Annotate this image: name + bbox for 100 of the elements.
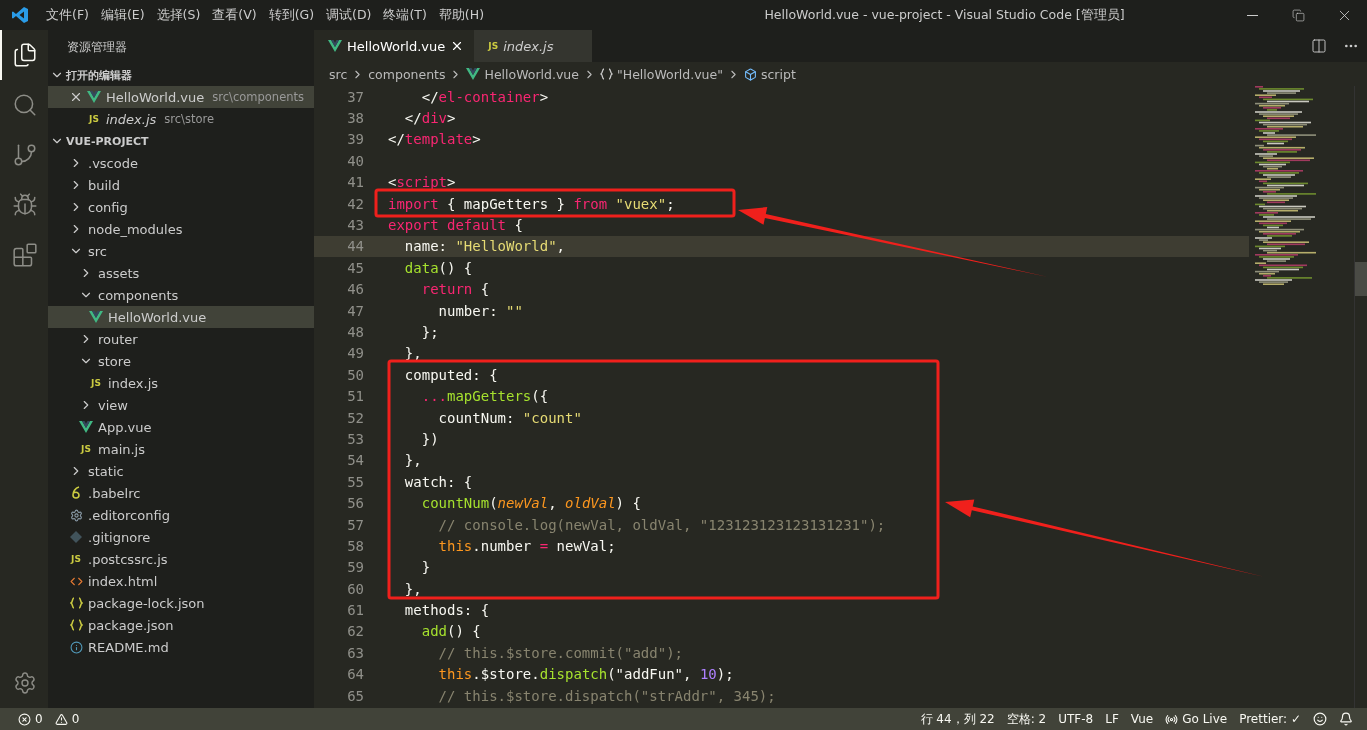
braces-icon [69, 597, 83, 609]
code-line: </div> [403, 110, 456, 127]
gear-icon [69, 508, 83, 522]
tree-item[interactable]: node_modules [48, 218, 314, 240]
menu-item[interactable]: 终端(T) [377, 6, 433, 24]
line-number: 65 [346, 687, 364, 704]
tree-item[interactable]: index.html [48, 570, 314, 592]
tree-item[interactable]: src [48, 240, 314, 262]
editor-tab[interactable]: HelloWorld.vue [314, 30, 475, 62]
info-icon [69, 640, 83, 654]
breadcrumb[interactable]: script [761, 66, 796, 82]
code-line: methods: { [403, 602, 490, 619]
js-icon: JS [71, 554, 81, 564]
code-line: }, [403, 345, 422, 362]
code-line: watch: { [403, 473, 473, 490]
line-number: 44 [346, 238, 364, 255]
status-item[interactable]: Prettier: ✓ [1233, 712, 1307, 726]
tree-item[interactable]: .gitignore [48, 526, 314, 548]
line-number: 64 [346, 666, 364, 683]
code-line: this.number = newVal; [437, 537, 616, 554]
code-line: <script> [388, 174, 456, 191]
tree-item[interactable]: config [48, 196, 314, 218]
tree-item[interactable]: App.vue [48, 416, 314, 438]
braces-icon [69, 619, 83, 631]
section-header[interactable]: 打开的编辑器 [48, 64, 314, 86]
status-item[interactable]: Vue [1124, 712, 1160, 726]
breadcrumb[interactable]: HelloWorld.vue [484, 66, 579, 82]
status-item[interactable]: 行 44，列 22 [914, 710, 1001, 728]
tree-item[interactable]: build [48, 174, 314, 196]
tree-item[interactable]: store [48, 350, 314, 372]
status-item[interactable]: 空格: 2 [1000, 710, 1053, 728]
tree-item[interactable]: .vscode [48, 152, 314, 174]
menu-item[interactable]: 查看(V) [206, 6, 263, 24]
tree-item[interactable]: HelloWorld.vue [48, 306, 314, 328]
breadcrumb[interactable]: "HelloWorld.vue" [617, 66, 723, 82]
close-icon[interactable] [69, 90, 83, 104]
bell-icon[interactable] [1339, 712, 1353, 726]
menu-item[interactable]: 文件(F) [40, 6, 95, 24]
code-line: }; [420, 324, 439, 340]
go-live-button[interactable]: Go Live [1159, 712, 1234, 726]
status-item[interactable]: UTF-8 [1052, 712, 1100, 726]
menu-item[interactable]: 调试(D) [320, 6, 378, 24]
tree-item[interactable]: components [48, 284, 314, 306]
tree-item[interactable]: .editorconfig [48, 504, 314, 526]
section-header[interactable]: VUE-PROJECT [48, 130, 314, 152]
vue-icon [79, 421, 93, 433]
minimize-icon [1246, 14, 1258, 16]
line-number: 43 [346, 217, 364, 234]
code-line: number: "" [437, 302, 523, 319]
search-icon [12, 92, 38, 118]
line-number: 52 [346, 409, 364, 426]
tree-item[interactable]: package.json [48, 614, 314, 636]
tree-item[interactable]: static [48, 460, 314, 482]
menu-item[interactable]: 转到(G) [262, 6, 321, 24]
branch-icon [12, 142, 38, 168]
files-icon [12, 42, 38, 68]
tree-item[interactable]: view [48, 394, 314, 416]
code-line: this.$store.dispatch("addFun", 10); [437, 666, 734, 683]
warning-count[interactable]: 0 [48, 712, 86, 726]
scrollbar-thumb[interactable] [1355, 262, 1367, 296]
open-editor-item[interactable]: HelloWorld.vue src\components [48, 86, 314, 108]
js-icon: JS [89, 114, 99, 124]
line-number: 46 [346, 281, 364, 298]
cube-icon [744, 67, 757, 81]
menu-item[interactable]: 帮助(H) [432, 6, 490, 24]
line-number: 54 [346, 452, 364, 469]
js-icon: JS [91, 378, 101, 388]
bug-icon [12, 192, 38, 218]
tree-item[interactable]: JS .postcssrc.js [48, 548, 314, 570]
line-number: 38 [346, 110, 364, 127]
open-editor-item[interactable]: JS index.js src\store [48, 108, 314, 130]
code-line: </template> [388, 131, 481, 148]
vue-icon [87, 91, 101, 103]
smiley-icon[interactable] [1313, 712, 1327, 726]
line-number: 56 [346, 495, 364, 512]
line-number: 47 [346, 302, 364, 319]
breadcrumb[interactable]: components [368, 66, 446, 82]
error-icon [18, 712, 31, 726]
menu-item[interactable]: 编辑(E) [94, 6, 151, 24]
tree-item[interactable]: README.md [48, 636, 314, 658]
code-line: name: "HelloWorld", [403, 238, 566, 255]
line-number: 58 [346, 537, 364, 554]
status-item[interactable]: LF [1099, 712, 1125, 726]
vue-icon [89, 311, 103, 323]
js-icon: JS [81, 444, 91, 454]
editor-tab[interactable]: JS index.js [474, 30, 593, 62]
tree-item[interactable]: JS main.js [48, 438, 314, 460]
error-count[interactable]: 0 [12, 712, 49, 726]
window-title: HelloWorld.vue - vue-project - Visual Studio Code [管理员] [763, 6, 1126, 24]
tree-item[interactable]: router [48, 328, 314, 350]
code-line: export default { [388, 217, 523, 234]
braces-icon [600, 68, 613, 80]
menu-item[interactable]: 选择(S) [150, 6, 207, 24]
code-line: computed: { [403, 366, 498, 383]
line-number: 63 [346, 644, 364, 661]
breadcrumb[interactable]: src [329, 66, 348, 82]
tree-item[interactable]: package-lock.json [48, 592, 314, 614]
tree-item[interactable]: .babelrc [48, 482, 314, 504]
tree-item[interactable]: assets [48, 262, 314, 284]
tree-item[interactable]: JS index.js [48, 372, 314, 394]
